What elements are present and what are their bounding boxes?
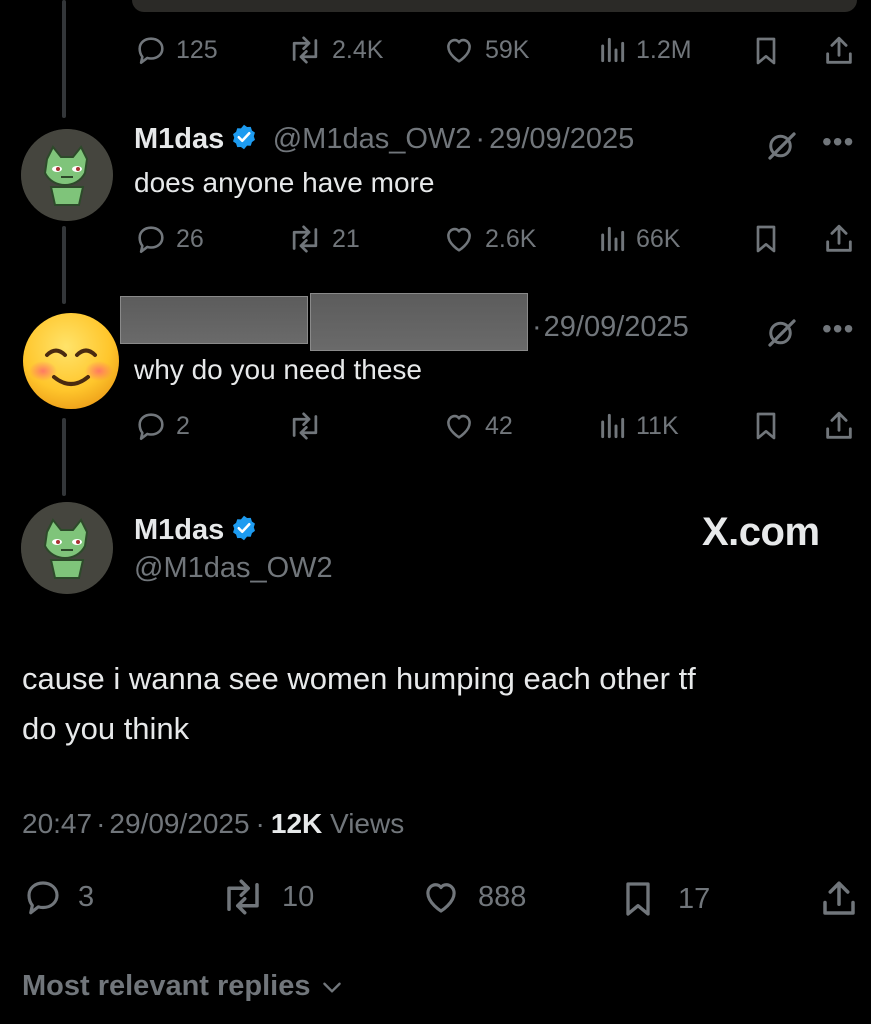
x-watermark: X.com [702, 510, 820, 554]
like-count: 888 [478, 880, 527, 913]
share-icon[interactable] [822, 408, 856, 444]
repost-count: 21 [332, 224, 360, 253]
heart-icon [447, 227, 471, 252]
media-preview-bottom[interactable] [132, 0, 857, 12]
redacted-handle [310, 293, 528, 351]
grok-icon[interactable] [764, 128, 800, 164]
heart-icon [447, 38, 471, 63]
avatar[interactable] [21, 129, 113, 221]
date[interactable]: 29/09/2025 [109, 808, 249, 839]
reply-button[interactable]: 26 [134, 222, 204, 256]
more-options-icon[interactable]: ••• [822, 126, 854, 158]
reply-sort-dropdown[interactable]: Most relevant replies [22, 970, 345, 1003]
views-count[interactable]: 12K [271, 808, 322, 839]
analytics-icon [601, 226, 625, 252]
views-count: 66K [636, 224, 681, 253]
more-options-icon[interactable]: ••• [822, 313, 854, 345]
bookmark-button[interactable]: 17 [618, 876, 710, 922]
like-button[interactable]: 2.6K [441, 222, 536, 256]
bookmark-count: 17 [678, 882, 711, 915]
bookmark-icon[interactable] [750, 33, 782, 69]
repost-button[interactable]: 2.4K [286, 33, 383, 67]
like-button[interactable]: 888 [418, 876, 526, 918]
avatar-image [21, 129, 113, 221]
verified-badge-icon [233, 515, 256, 541]
repost-icon [292, 225, 318, 253]
reply-sort-label: Most relevant replies [22, 970, 311, 1002]
reply-header: M1das @M1das_OW2 · 29/09/2025 [134, 123, 634, 156]
reply-icon [138, 413, 164, 441]
like-button[interactable]: 59K [441, 33, 529, 67]
avatar-emoji[interactable] [20, 311, 122, 411]
repost-icon [292, 36, 318, 64]
bookmark-icon [626, 882, 650, 916]
date[interactable]: 29/09/2025 [544, 311, 689, 343]
repost-icon [292, 412, 318, 440]
handle[interactable]: @M1das_OW2 [134, 552, 333, 585]
repost-count: 2.4K [332, 35, 384, 64]
tweet-timestamp-row: 20:47 · 29/09/2025 · 12K Views [22, 808, 404, 840]
author-name-row: M1das [134, 514, 258, 547]
redacted-name [120, 296, 308, 344]
handle[interactable]: @M1das_OW2 [273, 123, 472, 155]
reply-button[interactable]: 3 [22, 876, 94, 918]
separator: · [255, 808, 265, 839]
heart-icon [426, 883, 456, 913]
display-name[interactable]: M1das [134, 514, 224, 546]
chevron-down-icon [322, 982, 341, 993]
reply-text: why do you need these [134, 354, 422, 385]
views-label: Views [330, 808, 405, 839]
separator: · [475, 123, 486, 155]
reply-icon [27, 881, 59, 915]
heart-icon [447, 414, 471, 439]
thread-line [62, 418, 66, 496]
share-icon[interactable] [822, 221, 856, 257]
date[interactable]: 29/09/2025 [489, 123, 634, 155]
repost-button[interactable]: 21 [286, 222, 360, 256]
repost-button[interactable] [286, 409, 332, 443]
analytics-icon [601, 413, 625, 439]
like-count: 59K [485, 35, 530, 64]
reply-count: 26 [176, 224, 204, 253]
tweet-text-line: do you think [22, 711, 190, 746]
avatar-image [21, 502, 113, 594]
separator: · [96, 808, 106, 839]
views-button[interactable]: 66K [596, 222, 680, 256]
tweet-text-line: cause i wanna see women humping each oth… [22, 661, 696, 696]
reply-button[interactable]: 125 [134, 33, 218, 67]
display-name[interactable]: M1das [134, 123, 224, 155]
reply-header: ·29/09/2025 [532, 311, 689, 344]
like-count: 2.6K [485, 224, 537, 253]
like-count: 42 [485, 411, 513, 440]
thread-line [62, 226, 66, 304]
separator: · [532, 311, 542, 343]
like-button[interactable]: 42 [441, 409, 513, 443]
reply-count: 125 [176, 35, 218, 64]
grok-icon[interactable] [764, 315, 800, 351]
repost-count: 10 [282, 880, 315, 913]
reply-count: 2 [176, 411, 190, 440]
tweet-text: cause i wanna see women humping each oth… [22, 654, 696, 754]
views-count: 1.2M [636, 35, 692, 64]
repost-icon [227, 879, 259, 915]
bookmark-icon[interactable] [750, 408, 782, 444]
reply-icon [138, 37, 164, 65]
reply-icon [138, 226, 164, 254]
views-button[interactable]: 11K [596, 409, 679, 443]
reply-button[interactable]: 2 [134, 409, 190, 443]
time[interactable]: 20:47 [22, 808, 92, 839]
reply-text: does anyone have more [134, 167, 435, 198]
repost-button[interactable]: 10 [218, 876, 314, 918]
share-icon[interactable] [818, 878, 860, 920]
analytics-icon [601, 37, 625, 63]
avatar[interactable] [21, 502, 113, 594]
bookmark-icon[interactable] [750, 221, 782, 257]
verified-badge-icon [233, 124, 256, 150]
views-count: 11K [636, 411, 679, 440]
reply-count: 3 [78, 880, 95, 913]
thread-line [62, 0, 66, 118]
views-button[interactable]: 1.2M [596, 33, 692, 67]
share-icon[interactable] [822, 33, 856, 69]
smiling-face-icon [23, 313, 119, 409]
